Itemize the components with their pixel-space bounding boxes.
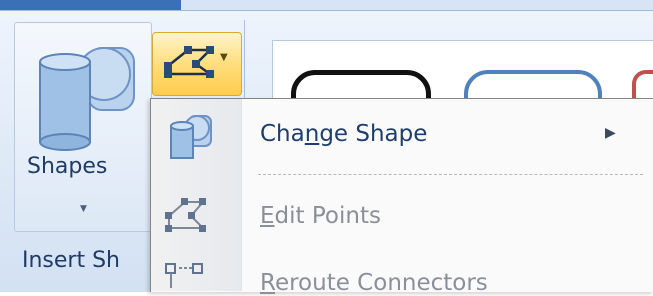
menu-separator — [258, 174, 643, 175]
change-shape-icon — [170, 115, 212, 159]
edit-shape-icon — [164, 46, 214, 78]
group-label: Insert Sh — [22, 248, 121, 273]
edit-points-icon — [165, 198, 206, 232]
menu-item-edit-points[interactable]: Edit Points — [260, 203, 381, 229]
reroute-connectors-icon — [165, 263, 203, 288]
chevron-down-icon: ▼ — [80, 204, 87, 214]
shapes-button-label: Shapes — [27, 154, 108, 179]
group-separator — [244, 20, 245, 104]
menu-item-change-shape-label: Change Shape — [260, 121, 428, 147]
title-bar-accent — [0, 0, 181, 10]
menu-item-reroute-connectors[interactable]: Reroute Connectors — [260, 270, 488, 296]
chevron-down-icon: ▼ — [220, 52, 228, 63]
submenu-arrow-icon: ▶ — [605, 125, 616, 141]
shapes-icon — [39, 47, 135, 151]
